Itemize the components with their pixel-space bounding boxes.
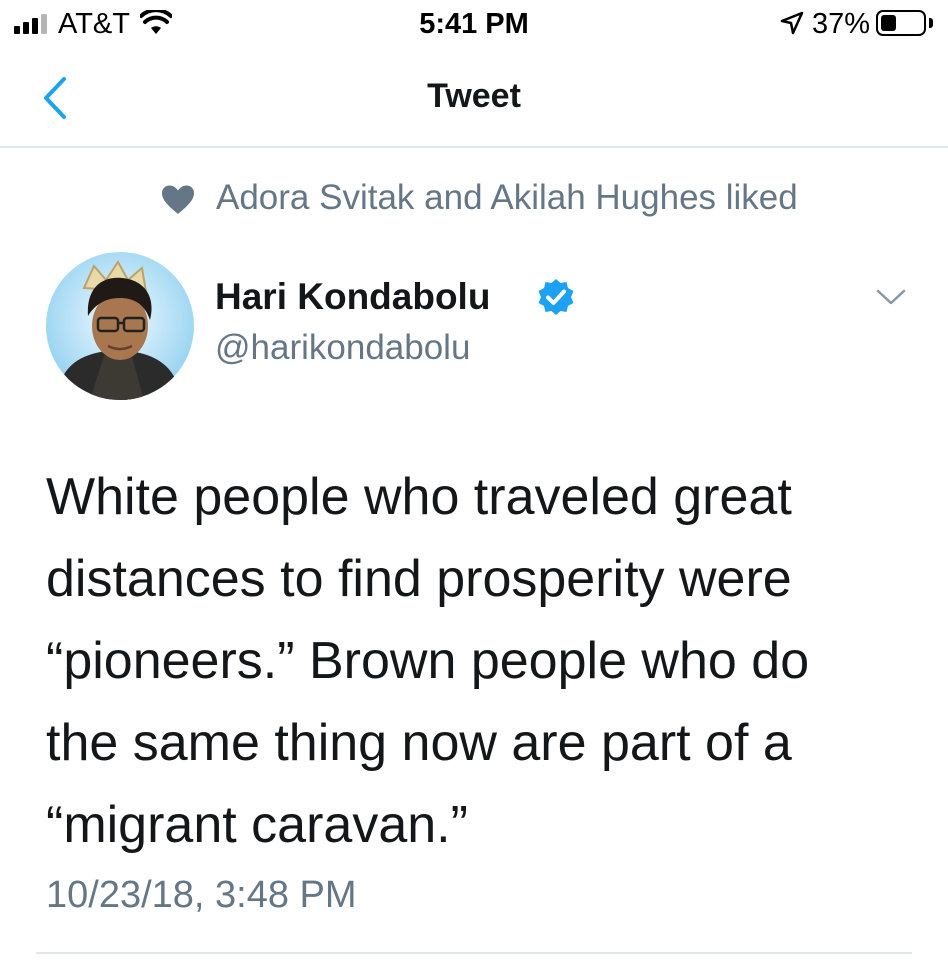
divider: [36, 952, 912, 954]
battery-cap: [929, 18, 933, 28]
navigation-bar: Tweet: [0, 50, 948, 148]
battery-level-fill: [881, 15, 896, 31]
author-name[interactable]: Hari Kondabolu: [215, 276, 490, 318]
social-context-text: Adora Svitak and Akilah Hughes liked: [216, 178, 798, 217]
author-handle[interactable]: @harikondabolu: [215, 328, 470, 368]
battery-percent: 37%: [812, 8, 871, 40]
tweet-text: White people who traveled great distance…: [46, 468, 810, 854]
chevron-down-icon[interactable]: [876, 288, 906, 306]
tweet-timestamp: 10/23/18, 3:48 PM: [46, 874, 357, 916]
verified-badge-icon: [538, 279, 574, 315]
status-bar: AT&T 5:41 PM 37%: [0, 0, 948, 50]
heart-icon: [162, 185, 194, 214]
status-time: 5:41 PM: [419, 8, 529, 40]
location-arrow-icon: [780, 11, 804, 35]
page-title: Tweet: [427, 77, 521, 115]
battery-icon: [876, 10, 926, 36]
avatar[interactable]: [46, 252, 194, 400]
